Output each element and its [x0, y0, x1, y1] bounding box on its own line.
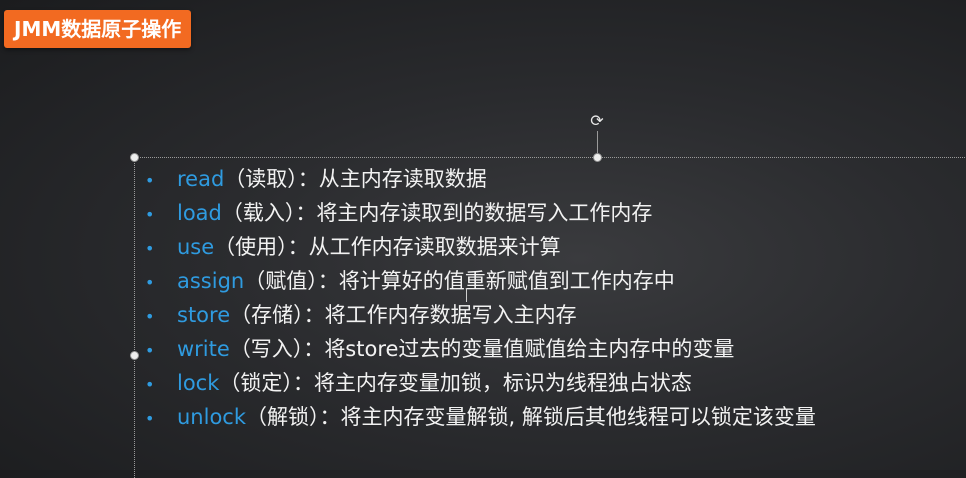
operation-label: （锁定）： [219, 371, 314, 395]
list-item: • read（读取）：从主内存读取数据 [145, 162, 816, 196]
operation-label: （解锁）： [246, 405, 341, 429]
list-item: • store（存储）：将工作内存数据写入主内存 [145, 298, 816, 332]
bullet-icon: • [145, 341, 155, 360]
bullet-icon: • [145, 205, 155, 224]
list-item: • use（使用）：从工作内存读取数据来计算 [145, 230, 816, 264]
operation-label: （使用）： [214, 235, 309, 259]
bullet-icon: • [145, 409, 155, 428]
bullet-icon: • [145, 273, 155, 292]
slide-title: JMM数据原子操作 [4, 10, 192, 48]
bullet-icon: • [145, 307, 155, 326]
bullet-icon: • [145, 375, 155, 394]
operation-keyword: write [177, 337, 230, 361]
operation-label: （写入）： [229, 337, 325, 361]
resize-handle-top-left[interactable] [130, 153, 139, 162]
bullet-icon: • [145, 239, 155, 258]
operation-label: （载入）： [221, 201, 317, 225]
operation-description: 将store过去的变量值赋值给主内存中的变量 [324, 337, 735, 361]
rotate-handle-icon[interactable]: ⟳ [589, 113, 605, 129]
operation-description: 将主内存变量解锁, 解锁后其他线程可以锁定该变量 [340, 405, 816, 429]
list-item: • load（载入）：将主内存读取到的数据写入工作内存 [145, 196, 816, 230]
list-item: • unlock（解锁）：将主内存变量解锁, 解锁后其他线程可以锁定该变量 [145, 400, 816, 434]
operation-label: （存储）： [230, 303, 325, 327]
selected-text-box[interactable]: ⟳ • read（读取）：从主内存读取数据 • load（载入）：将主内存读取到的数… [130, 113, 966, 478]
operation-description: 将计算好的值重新赋值到工作内存中 [338, 269, 675, 293]
operation-description: 将主内存变量加锁，标识为线程独占状态 [313, 371, 692, 395]
operation-keyword: lock [177, 371, 220, 395]
operation-description: 从主内存读取数据 [318, 167, 487, 191]
list-item: • assign（赋值）：将计算好的值重新赋值到工作内存中 [145, 264, 816, 298]
list-item: • write（写入）：将store过去的变量值赋值给主内存中的变量 [145, 332, 816, 366]
rotate-stem [597, 131, 598, 153]
bullet-icon: • [145, 171, 155, 190]
operations-list: • read（读取）：从主内存读取数据 • load（载入）：将主内存读取到的数据写… [145, 162, 816, 434]
resize-handle-middle-left[interactable] [130, 351, 139, 360]
operation-keyword: assign [177, 269, 245, 293]
list-item: • lock（锁定）：将主内存变量加锁，标识为线程独占状态 [145, 366, 816, 400]
operation-keyword: store [177, 303, 231, 327]
operation-label: （读取）： [224, 167, 319, 191]
operation-keyword: use [177, 235, 215, 259]
operation-keyword: load [177, 201, 222, 225]
operation-keyword: unlock [177, 405, 247, 429]
operation-keyword: read [177, 167, 225, 191]
resize-handle-top-middle[interactable] [593, 153, 602, 162]
operation-label: （赋值）： [244, 269, 339, 293]
operation-description: 将主内存读取到的数据写入工作内存 [316, 201, 653, 225]
operation-description: 从工作内存读取数据来计算 [308, 235, 561, 259]
text-cursor [466, 288, 467, 302]
operation-description: 将工作内存数据写入主内存 [324, 303, 577, 327]
